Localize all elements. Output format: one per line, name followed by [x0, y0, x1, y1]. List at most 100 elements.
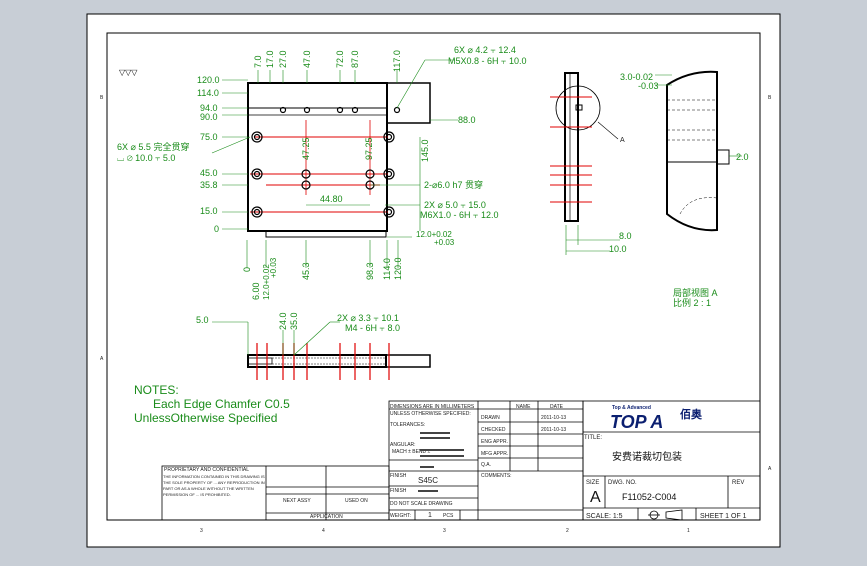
proprietary-text: THE INFORMATION CONTAINED IN THIS DRAWIN…: [163, 474, 265, 497]
detail-letter: A: [620, 137, 625, 144]
application: APPLICATION: [310, 514, 343, 520]
roughness-symbol: ▽▽▽: [119, 68, 138, 77]
tol-mark: [420, 437, 450, 439]
callout-holes-2: M5X0.8 - 6H ⫟ 10.0: [448, 56, 527, 66]
proprietary-text-box: THE INFORMATION CONTAINED IN THIS DRAWIN…: [163, 474, 265, 497]
tol-mark: [420, 449, 464, 451]
dim-top-27: 27.0: [278, 50, 288, 68]
tolerances: TOLERANCES:: [390, 422, 425, 428]
size-value: A: [590, 489, 601, 506]
dim-bottom-98: 98.3: [365, 262, 375, 280]
rev-label: REV: [732, 480, 744, 486]
cad-viewport[interactable]: B A B A 3 4 3 2 1 ▽▽▽ 120.0 114.0 94.0 9…: [0, 0, 867, 562]
qa-label: Q.A.: [481, 462, 491, 468]
dim-145: 145.0: [420, 139, 430, 162]
dim-top-87: 87.0: [350, 50, 360, 68]
title-label: TITLE:: [584, 435, 602, 441]
next-assy: NEXT ASSY: [283, 498, 311, 504]
notes-line-1: Each Edge Chamfer C0.5: [153, 397, 290, 411]
callout-left-2: ⌴ ⌀ 10.0 ⫟ 5.0: [117, 153, 175, 163]
callout-mid-2: M6X1.0 - 6H ⫟ 12.0: [420, 210, 499, 220]
callout-holes-1: 6X ⌀ 4.2 ⫟ 12.4: [454, 45, 516, 55]
bottom-dim-50: 5.0: [196, 315, 209, 325]
tol-mark: [420, 432, 450, 434]
notes-title: NOTES:: [134, 383, 179, 397]
dim-top-17: 17.0: [265, 50, 275, 68]
logo-cn: 佰奥: [680, 407, 703, 421]
detail-title: 局部视图 A: [673, 287, 718, 298]
logo-tagline: Top & Advanced: [612, 405, 651, 411]
dim-left-90: 90.0: [200, 112, 218, 122]
detail-scale: 比例 2 : 1: [673, 297, 711, 308]
dim-left-45: 45.0: [200, 168, 218, 178]
dim-top-72: 72.0: [335, 50, 345, 68]
dim-bottom-120: 120.0: [393, 257, 403, 280]
dim-top-47: 47.0: [302, 50, 312, 68]
dim-4725: 47.25: [301, 137, 311, 160]
dim-bottom-45: 45.3: [301, 262, 311, 280]
checked-label: CHECKED: [481, 427, 506, 433]
zone-marker-2: 2: [566, 528, 569, 534]
bottom-dim-350: 35.0: [289, 312, 299, 330]
dim-left-114: 114.0: [197, 88, 219, 98]
material-label: FINISH: [390, 473, 407, 479]
proprietary-title: PROPRIETARY AND CONFIDENTIAL: [164, 467, 249, 473]
callout-left-1: 6X ⌀ 5.5 完全贯穿: [117, 141, 189, 152]
finish-label: FINISH: [390, 488, 407, 494]
size-label: SIZE: [586, 480, 599, 486]
title-value: 安费诺裁切包装: [612, 450, 682, 463]
dim-top-7: 7.0: [253, 55, 263, 68]
used-on: USED ON: [345, 498, 368, 504]
dim-left-75: 75.0: [200, 132, 218, 142]
pcs-label: PCS: [443, 513, 454, 519]
angular: ANGULAR:: [390, 442, 416, 448]
tol-mark: [420, 466, 434, 468]
dim-12-tol-2: +0.03: [434, 238, 455, 247]
comments-label: COMMENTS:: [481, 473, 512, 479]
date-1: 2011-10-13: [541, 415, 566, 421]
qty-value: 1: [428, 512, 432, 519]
name-col: NAME: [516, 404, 531, 410]
dim-bottom-12-tol: +0.03: [269, 257, 278, 278]
callout-88: 88.0: [458, 115, 476, 125]
dim-bottom-114: 114.0: [382, 258, 392, 280]
eng-label: ENG APPR.: [481, 439, 508, 445]
dwg-value: F11052-C004: [622, 492, 676, 502]
dim-4480: 44.80: [320, 194, 343, 204]
weight-label: WEIGHT:: [390, 513, 411, 519]
detail-dim-20: 2.0: [736, 152, 749, 162]
dim-9725: 97.25: [364, 137, 374, 160]
do-not-scale: DO NOT SCALE DRAWING: [390, 501, 453, 507]
material-value: S45C: [418, 476, 438, 485]
sheet-label: SHEET 1 OF 1: [700, 513, 747, 520]
bottom-callout-1: 2X ⌀ 3.3 ⫟ 10.1: [337, 313, 399, 323]
dwg-label: DWG. NO.: [608, 480, 637, 486]
dim-left-0: 0: [214, 224, 219, 234]
side-dim-100: 10.0: [609, 244, 627, 254]
callout-mid-1: 2X ⌀ 5.0 ⫟ 15.0: [424, 200, 486, 210]
date-col: DATE: [550, 404, 564, 410]
zone-marker-1: 1: [687, 528, 690, 534]
zone-marker-3b: 3: [443, 528, 446, 534]
mfg-label: MFG APPR.: [481, 451, 508, 457]
dims-in-mm: DIMENSIONS ARE IN MILLIMETERS: [390, 404, 475, 410]
tol-mark: [418, 490, 438, 492]
notes-line-2: UnlessOtherwise Specified: [134, 411, 277, 425]
drawing-canvas: B A B A 3 4 3 2 1 ▽▽▽ 120.0 114.0 94.0 9…: [86, 13, 781, 548]
date-2: 2011-10-13: [541, 427, 566, 433]
drawn-label: DRAWN: [481, 415, 500, 421]
dim-top-117: 117.0: [392, 50, 402, 72]
callout-pin: 2-⌀6.0 h7 贯穿: [424, 179, 483, 190]
detail-dim-30-tol: -0.03: [638, 81, 659, 91]
zone-marker-4: 4: [322, 528, 325, 534]
dim-bottom-6: 6.00: [251, 282, 261, 300]
bottom-dim-240: 24.0: [278, 312, 288, 330]
zone-marker-3a: 3: [200, 528, 203, 534]
dim-left-358: 35.8: [200, 180, 218, 190]
scale-label: SCALE: 1:5: [586, 513, 623, 520]
dim-left-15: 15.0: [200, 206, 218, 216]
dim-left-120: 120.0: [197, 75, 220, 85]
logo-text: TOP A: [610, 412, 663, 432]
unless-specified: UNLESS OTHERWISE SPECIFIED:: [390, 411, 471, 417]
tol-mark: [420, 455, 464, 457]
